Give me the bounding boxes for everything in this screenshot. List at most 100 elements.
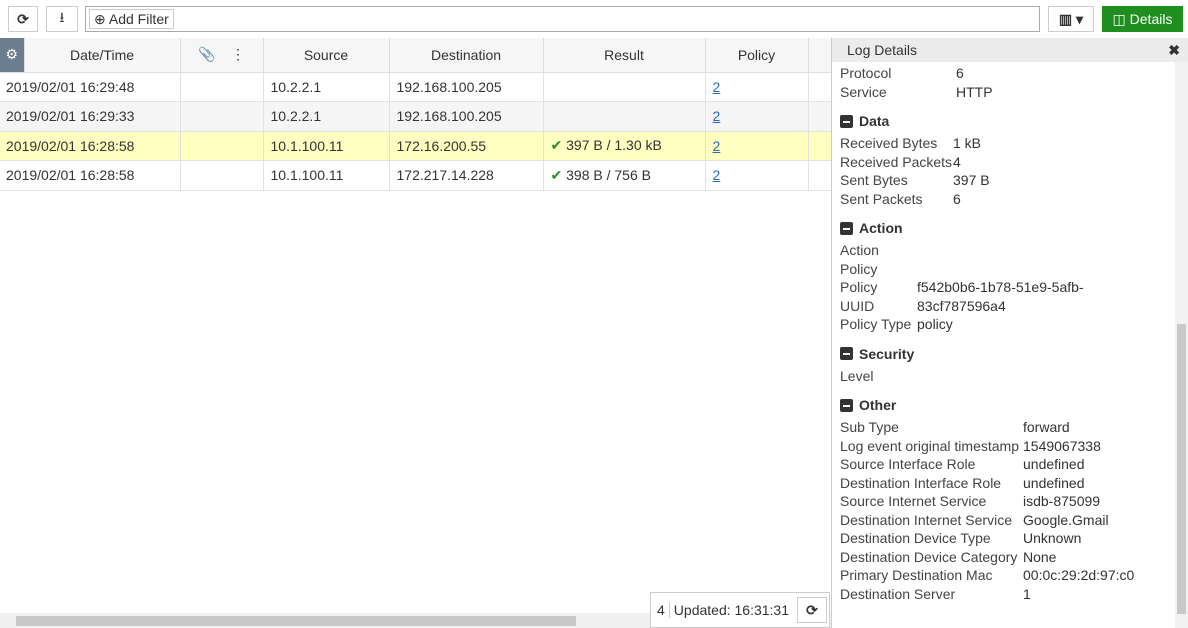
header-destination[interactable]: Destination <box>389 38 544 73</box>
panel-header: Log Details ✖ <box>832 38 1188 62</box>
add-filter-label: Add Filter <box>108 11 169 27</box>
policy-link-text[interactable]: 2 <box>713 79 721 95</box>
extra-cell <box>808 131 832 161</box>
scroll-thumb[interactable] <box>16 616 576 626</box>
refresh-button[interactable]: ⟳ <box>8 6 38 32</box>
more-vertical-icon[interactable]: ⋮ <box>231 46 245 62</box>
datetime-cell: 2019/02/01 16:29:48 <box>0 72 181 102</box>
result-col: ✔ 397 B / 1.30 kB <box>543 131 706 161</box>
detail-row: Destination Server 1 <box>840 585 1174 604</box>
destination-cell: 192.168.100.205 <box>389 101 544 132</box>
detail-label: Policy <box>840 260 878 277</box>
result-cell: 397 B / 1.30 kB <box>566 137 662 154</box>
table-row[interactable]: 2019/02/01 16:28:58 10.1.100.11 172.16.200… <box>0 131 832 161</box>
details-label: Details <box>1129 11 1173 27</box>
detail-label: Received Bytes <box>840 135 938 151</box>
datetime-cell: 2019/02/01 16:28:58 <box>0 160 181 191</box>
detail-label: Sub Type <box>840 419 899 435</box>
check-icon: ✔ <box>550 137 563 154</box>
status-refresh-button[interactable]: ⟳ <box>797 597 828 623</box>
policy-link[interactable]: 2 <box>705 160 809 191</box>
log-table: ⚙ Date/Time 📎 ⋮ Source Destination Resul… <box>0 38 832 191</box>
close-icon[interactable]: ✖ <box>1168 38 1180 62</box>
vertical-scrollbar[interactable] <box>1175 62 1188 628</box>
detail-label: Policy Type <box>840 316 912 332</box>
collapse-icon[interactable] <box>840 221 853 235</box>
detail-row: Destination Device Type Unknown <box>840 529 1174 548</box>
detail-label: Protocol <box>840 65 892 81</box>
detail-row: Action <box>840 241 1174 260</box>
panel-icon: ◫ <box>1112 11 1126 27</box>
columns-icon: ▥ ▾ <box>1058 10 1084 27</box>
detail-label: Service <box>840 83 887 100</box>
detail-label: Policy UUID <box>840 279 878 314</box>
policy-link-text[interactable]: 2 <box>713 167 721 183</box>
collapse-icon[interactable] <box>840 114 853 128</box>
detail-row: Protocol 6 <box>840 64 1174 83</box>
collapse-icon[interactable] <box>840 347 853 360</box>
extra-cell <box>808 160 832 191</box>
details-button[interactable]: ◫ Details <box>1102 6 1183 32</box>
policy-link-text[interactable]: 2 <box>713 108 721 124</box>
section-header[interactable]: Security <box>840 346 1174 362</box>
policy-link[interactable]: 2 <box>705 131 809 161</box>
detail-value: 00:0c:29:2d:97:c0 <box>1023 567 1135 583</box>
result-col <box>543 101 706 132</box>
detail-row: Sent Bytes 397 B <box>840 171 1174 190</box>
attachment-cell <box>180 131 264 161</box>
detail-row: Policy Type policy <box>840 315 1174 334</box>
log-details-panel: Log Details ✖ Protocol 6 Service HTTP Data Rec… <box>831 38 1188 628</box>
header-source[interactable]: Source <box>263 38 390 73</box>
attachment-cell <box>180 101 264 132</box>
table-row[interactable]: 2019/02/01 16:29:48 10.2.2.1 192.168.100.2… <box>0 72 832 102</box>
detail-value: 4 <box>953 153 961 170</box>
header-result[interactable]: Result <box>543 38 706 73</box>
panel-title: Log Details <box>847 42 918 58</box>
attachment-cell <box>180 72 264 102</box>
table-row[interactable]: 2019/02/01 16:29:33 10.2.2.1 192.168.100.2… <box>0 101 832 132</box>
detail-row: Received Packets 4 <box>840 153 1174 172</box>
section-header[interactable]: Other <box>840 397 1174 413</box>
check-icon: ✔ <box>550 166 563 183</box>
policy-link[interactable]: 2 <box>705 101 809 132</box>
section-title: Action <box>859 220 903 236</box>
source-cell: 10.2.2.1 <box>263 72 390 102</box>
download-button[interactable]: ⭳ <box>46 6 78 32</box>
collapse-icon[interactable] <box>840 398 853 412</box>
detail-label: Source Internet Service <box>840 493 987 509</box>
detail-value: isdb-875099 <box>1023 493 1101 509</box>
detail-value: undefined <box>1023 474 1085 491</box>
scroll-thumb[interactable] <box>1177 324 1186 614</box>
detail-row: Primary Destination Mac 00:0c:29:2d:97:c0 <box>840 566 1174 585</box>
detail-label: Sent Bytes <box>840 172 908 188</box>
policy-link[interactable]: 2 <box>705 72 809 102</box>
detail-row: Destination Device Category None <box>840 548 1174 567</box>
header-attachment[interactable]: 📎 ⋮ <box>180 38 264 73</box>
section-header[interactable]: Action <box>840 220 1174 236</box>
download-icon: ⭳ <box>59 9 65 25</box>
source-cell: 10.1.100.11 <box>263 131 390 161</box>
detail-value: f542b0b6-1b78-51e9-5afb-83cf787596a4 <box>917 279 1084 314</box>
detail-label: Destination Interface Role <box>840 474 1002 491</box>
table-settings-gear-icon[interactable]: ⚙ <box>0 38 25 73</box>
detail-label: Received Packets <box>840 153 953 170</box>
detail-value: 1 kB <box>953 135 982 151</box>
table-row[interactable]: 2019/02/01 16:28:58 10.1.100.11 172.217.14… <box>0 160 832 191</box>
result-col: ✔ 398 B / 756 B <box>543 160 706 191</box>
source-cell: 10.2.2.1 <box>263 101 390 132</box>
detail-row: Destination Internet Service Google.Gmail <box>840 511 1174 530</box>
section-header[interactable]: Data <box>840 113 1174 129</box>
detail-row: Sub Type forward <box>840 418 1174 437</box>
header-policy[interactable]: Policy <box>705 38 809 73</box>
filter-bar[interactable]: ⊕ Add Filter <box>85 6 1040 32</box>
plus-circle-icon: ⊕ <box>94 11 106 27</box>
header-datetime[interactable]: Date/Time <box>24 38 181 73</box>
detail-value: 397 B <box>953 172 990 188</box>
add-filter-button[interactable]: ⊕ Add Filter <box>89 9 174 29</box>
column-settings-button[interactable]: ▥ ▾ <box>1048 6 1094 32</box>
detail-label: Destination Server <box>840 585 956 602</box>
detail-row: Received Bytes 1 kB <box>840 134 1174 153</box>
policy-link-text[interactable]: 2 <box>713 138 721 154</box>
extra-cell <box>808 72 832 102</box>
detail-label: Destination Device Type <box>840 530 991 546</box>
